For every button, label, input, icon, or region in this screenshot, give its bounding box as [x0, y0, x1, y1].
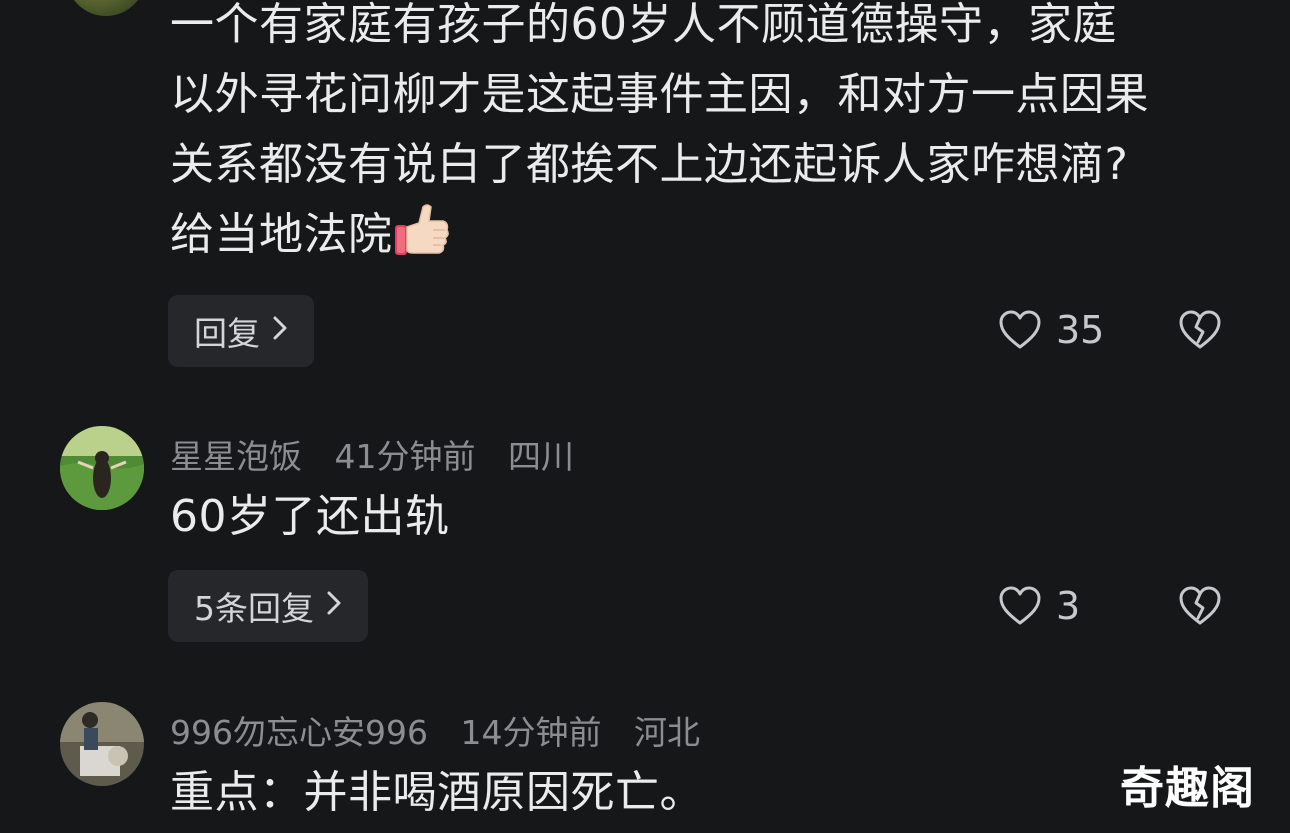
comment-body: 60岁了还出轨 — [170, 491, 450, 542]
avatar[interactable] — [66, 0, 146, 16]
like-button[interactable]: 3 — [998, 584, 1080, 628]
broken-heart-icon — [1179, 586, 1221, 625]
comment-meta: 996勿忘心安996 14分钟前 河北 — [170, 706, 722, 754]
avatar[interactable] — [60, 702, 144, 786]
watermark: 奇趣阁 — [1120, 763, 1255, 814]
username[interactable]: 996勿忘心安996 — [170, 713, 428, 752]
comment-body: 一个有家庭有孩子的60岁人不顾道德操守，家庭 以外寻花问柳才是这起事件主因，和对… — [170, 0, 1240, 270]
like-count: 3 — [1056, 584, 1081, 628]
dislike-button[interactable] — [1178, 586, 1222, 630]
heart-outline-icon — [999, 586, 1041, 625]
avatar[interactable] — [60, 426, 144, 510]
username[interactable]: 星星泡饭 — [170, 437, 302, 476]
comment-line-text: 给当地法院 — [170, 209, 393, 260]
location: 四川 — [508, 437, 574, 476]
location: 河北 — [633, 713, 700, 752]
chevron-right-icon — [272, 314, 288, 349]
broken-heart-icon — [1179, 310, 1221, 349]
reply-label: 回复 — [194, 314, 260, 353]
comment-body: 重点：并非喝酒原因死亡。 — [170, 767, 704, 818]
comment-line: 一个有家庭有孩子的60岁人不顾道德操守，家庭 — [170, 0, 1117, 50]
comment-meta: 星星泡饭 41分钟前 四川 — [170, 430, 596, 478]
timestamp: 41分钟前 — [334, 437, 476, 476]
reply-button[interactable]: 回复 — [168, 295, 314, 367]
thumbs-up-emoji-icon — [394, 204, 449, 255]
view-replies-button[interactable]: 5条回复 — [168, 570, 368, 642]
timestamp: 14分钟前 — [460, 713, 602, 752]
like-count: 35 — [1056, 308, 1105, 352]
comment-line: 以外寻花问柳才是这起事件主因，和对方一点因果 — [170, 69, 1149, 120]
chevron-right-icon — [326, 589, 342, 624]
dislike-button[interactable] — [1178, 310, 1222, 354]
heart-outline-icon — [999, 310, 1041, 349]
comment-line: 给当地法院 — [170, 200, 1240, 270]
comment-line: 关系都没有说白了都挨不上边还起诉人家咋想滴? — [170, 139, 1129, 190]
reply-label: 5条回复 — [194, 589, 314, 628]
like-button[interactable]: 35 — [998, 308, 1104, 352]
